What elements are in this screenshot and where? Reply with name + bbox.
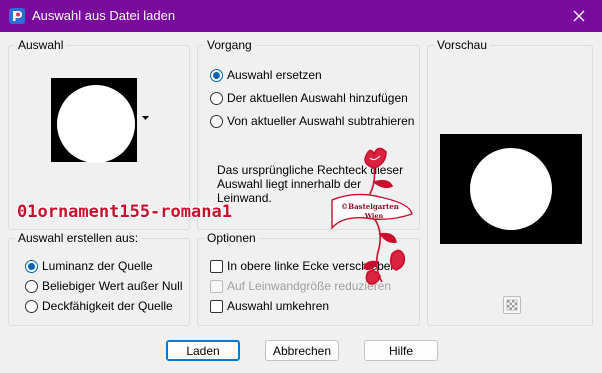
preview-canvas [440,134,582,244]
checkbox[interactable] [210,259,223,273]
check-auswahl-umkehren[interactable]: Auswahl umkehren [210,299,329,313]
radio-label: Von aktueller Auswahl subtrahieren [227,114,415,128]
group-vorgang-label: Vorgang [204,38,255,52]
radio-auswahl-hinzufuegen[interactable]: Der aktuellen Auswahl hinzufügen [210,91,408,105]
radio-button[interactable] [210,68,223,82]
checkbox[interactable] [210,299,223,313]
dialog-body: Auswahl Vorgang Auswahl ersetzen Der akt… [0,32,602,373]
group-erstellen: Auswahl erstellen aus: Luminanz der Quel… [8,231,190,326]
stamp-text-line2: Wien [364,212,384,220]
group-auswahl-label: Auswahl [15,38,67,52]
group-vorschau-label: Vorschau [434,38,491,52]
close-icon [573,10,585,22]
group-erstellen-label: Auswahl erstellen aus: [15,231,142,245]
preview-circle [470,148,552,230]
rose-stamp-logo: ©Bastelgarten Wien [331,147,413,285]
radio-auswahl-subtrahieren[interactable]: Von aktueller Auswahl subtrahieren [210,114,414,128]
checkbox [210,279,223,293]
title-bar: Auswahl aus Datei laden [0,0,602,32]
radio-label: Auswahl ersetzen [227,68,322,82]
radio-auswahl-ersetzen[interactable]: Auswahl ersetzen [210,68,322,82]
hilfe-button[interactable]: Hilfe [364,340,438,361]
dropdown-arrow-icon[interactable] [142,116,149,120]
checkbox-label: Auswahl umkehren [227,299,330,313]
window-title: Auswahl aus Datei laden [32,8,176,23]
radio-button[interactable] [25,259,38,273]
selection-thumbnail[interactable] [51,78,137,163]
radio-luminanz[interactable]: Luminanz der Quelle [25,259,153,273]
radio-label: Der aktuellen Auswahl hinzufügen [227,91,408,105]
radio-button[interactable] [210,114,223,128]
selection-circle [57,85,135,163]
radio-label: Deckfähigkeit der Quelle [42,299,173,313]
transparency-checker-icon [506,299,518,311]
paint-shop-pro-icon [9,8,25,24]
stamp-text-line1: ©Bastelgarten [341,202,399,211]
radio-label: Beliebiger Wert außer Null [42,279,183,293]
radio-button[interactable] [210,91,223,105]
transparency-checker-button[interactable] [503,296,521,314]
laden-button[interactable]: Laden [166,340,240,361]
radio-label: Luminanz der Quelle [42,259,153,273]
group-optionen-label: Optionen [204,231,259,245]
abbrechen-button[interactable]: Abbrechen [265,340,339,361]
radio-button[interactable] [25,279,38,293]
close-button[interactable] [556,0,602,32]
radio-deckfaehigkeit[interactable]: Deckfähigkeit der Quelle [25,299,173,313]
radio-beliebiger-wert[interactable]: Beliebiger Wert außer Null [25,279,183,293]
watermark-text: 01ornament155-romana1 [17,202,232,222]
radio-button[interactable] [25,299,38,313]
